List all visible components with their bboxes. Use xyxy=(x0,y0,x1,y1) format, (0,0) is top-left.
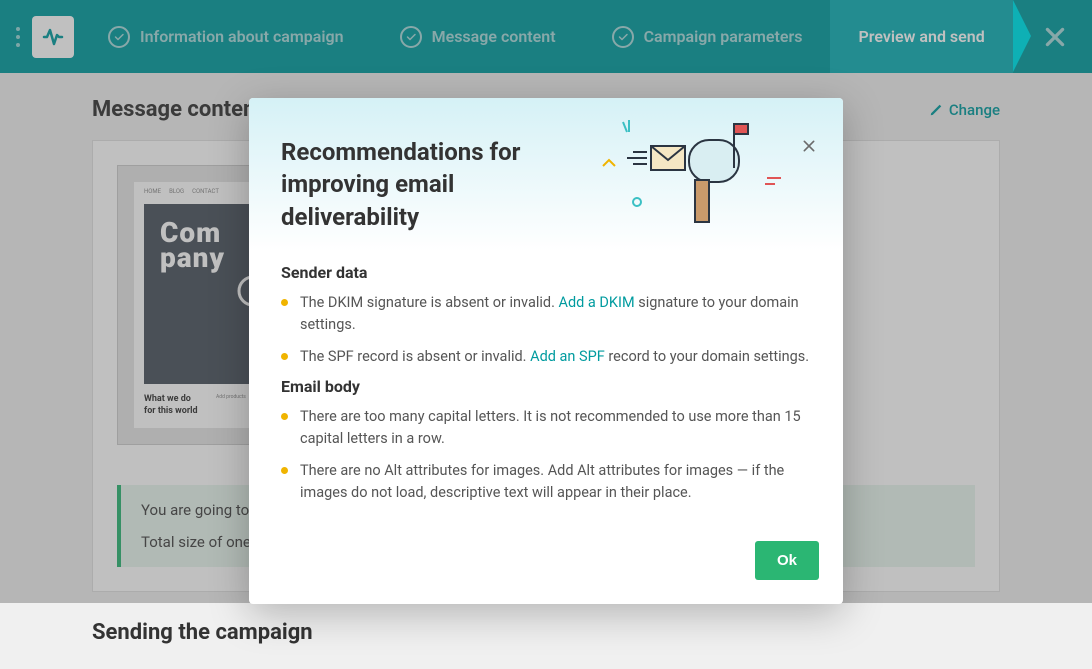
modal-footer: Ok xyxy=(249,533,843,604)
recommendation-item: The SPF record is absent or invalid. Add… xyxy=(281,346,811,368)
ok-button[interactable]: Ok xyxy=(755,541,819,580)
modal-header: Recommendations for improving email deli… xyxy=(249,98,843,251)
recommendation-list: There are too many capital letters. It i… xyxy=(281,406,811,503)
rec-text: There are no Alt attributes for images. … xyxy=(300,460,811,504)
add-spf-link[interactable]: Add an SPF xyxy=(530,348,605,365)
group-title: Email body xyxy=(281,377,811,396)
recommendations-modal: Recommendations for improving email deli… xyxy=(249,98,843,604)
rec-text: The SPF record is absent or invalid. xyxy=(300,348,530,365)
bullet-icon xyxy=(281,467,288,474)
recommendation-item: The DKIM signature is absent or invalid.… xyxy=(281,292,811,336)
recommendation-list: The DKIM signature is absent or invalid.… xyxy=(281,292,811,367)
modal-overlay: Recommendations for improving email deli… xyxy=(0,0,1092,603)
bullet-icon xyxy=(281,299,288,306)
modal-body: Sender data The DKIM signature is absent… xyxy=(249,251,843,533)
rec-text: The DKIM signature is absent or invalid. xyxy=(300,294,559,311)
bullet-icon xyxy=(281,413,288,420)
section-title: Sending the campaign xyxy=(92,620,1000,645)
rec-text: record to your domain settings. xyxy=(605,348,809,365)
modal-title: Recommendations for improving email deli… xyxy=(281,136,581,233)
recommendation-item: There are too many capital letters. It i… xyxy=(281,406,811,450)
close-icon[interactable] xyxy=(801,138,817,159)
add-dkim-link[interactable]: Add a DKIM xyxy=(559,294,635,311)
rec-text: There are too many capital letters. It i… xyxy=(300,406,811,450)
mailbox-illustration xyxy=(589,120,789,230)
group-title: Sender data xyxy=(281,263,811,282)
recommendation-item: There are no Alt attributes for images. … xyxy=(281,460,811,504)
bullet-icon xyxy=(281,353,288,360)
